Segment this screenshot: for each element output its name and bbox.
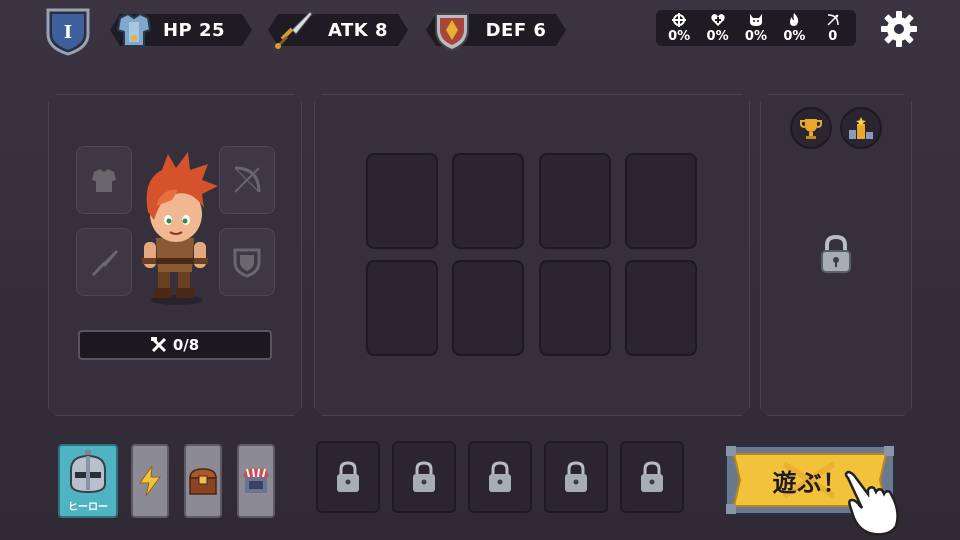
- sword-icon: [275, 11, 313, 49]
- hero-character: [142, 152, 218, 305]
- bow-slot-icon: [234, 166, 261, 193]
- inventory-slot[interactable]: [452, 260, 524, 356]
- regen-value: 0%: [706, 28, 729, 44]
- inventory-slot[interactable]: [366, 153, 438, 249]
- shield-slot[interactable]: [219, 228, 275, 296]
- locked-slot: [468, 441, 532, 513]
- locked-slot: [544, 441, 608, 513]
- settings-gear-icon[interactable]: [878, 8, 920, 50]
- tab-shop[interactable]: [237, 444, 275, 518]
- craft-progress-bar: 0/8: [78, 330, 272, 360]
- fire-value: 0%: [783, 28, 806, 44]
- shop-icon: [243, 468, 269, 493]
- crosshair-icon: [672, 12, 687, 27]
- trophy-button[interactable]: [790, 107, 832, 149]
- heart-plus-icon: [710, 13, 725, 26]
- inventory-slot[interactable]: [625, 260, 697, 356]
- locked-slot: [316, 441, 380, 513]
- tab-skills[interactable]: [131, 444, 169, 518]
- armor-slot[interactable]: [76, 146, 132, 214]
- crit-chance-value: 0%: [668, 28, 691, 44]
- inventory-slot[interactable]: [539, 153, 611, 249]
- treasure-chest-icon: [189, 468, 217, 495]
- inventory-slot[interactable]: [452, 153, 524, 249]
- tab-inventory[interactable]: [184, 444, 222, 518]
- padlock-icon: [565, 461, 587, 492]
- inventory-panel: [314, 94, 750, 416]
- padlock-icon: [821, 234, 851, 273]
- locked-slot: [392, 441, 456, 513]
- podium-icon: [849, 117, 873, 139]
- padlock-icon: [489, 461, 511, 492]
- pointing-hand-icon: [844, 470, 899, 536]
- hp-value: HP 25: [162, 19, 226, 41]
- crit-chance-stat: 0%: [660, 12, 698, 44]
- pet-value: 0%: [744, 28, 767, 44]
- atk-value: ATK 8: [327, 19, 389, 41]
- ranged-stat: 0: [814, 13, 852, 44]
- chest-armor-icon: [116, 12, 152, 47]
- crossed-tools-icon: [150, 337, 166, 353]
- def-value: DEF 6: [485, 19, 547, 41]
- bow-arrow-icon: [827, 13, 839, 26]
- padlock-icon: [337, 461, 359, 492]
- lightning-icon: [139, 466, 161, 496]
- fire-stat: 0%: [775, 12, 813, 44]
- flame-icon: [790, 12, 799, 26]
- inventory-slot[interactable]: [625, 153, 697, 249]
- tab-hero[interactable]: ヒーロー: [58, 444, 118, 518]
- bow-slot[interactable]: [219, 146, 275, 214]
- secondary-stats: 0% 0% 0% 0% 0: [656, 10, 856, 46]
- armor-slot-icon: [92, 169, 116, 192]
- level-label: I: [64, 22, 72, 43]
- level-badge[interactable]: I: [44, 6, 92, 56]
- pet-stat: 0%: [737, 13, 775, 44]
- trophy-icon: [800, 119, 822, 139]
- inventory-slot[interactable]: [366, 260, 438, 356]
- weapon-slot[interactable]: [76, 228, 132, 296]
- inventory-slot[interactable]: [539, 260, 611, 356]
- tab-hero-label: ヒーロー: [68, 501, 108, 513]
- leaderboard-button[interactable]: [840, 107, 882, 149]
- padlock-icon: [641, 461, 663, 492]
- shield-icon: [435, 13, 469, 52]
- shield-slot-icon: [233, 248, 261, 278]
- ranged-value: 0: [828, 28, 838, 44]
- padlock-icon: [413, 461, 435, 492]
- sword-slot-icon: [92, 250, 118, 276]
- cat-icon: [749, 13, 762, 26]
- regen-stat: 0%: [699, 13, 737, 44]
- craft-progress-value: 0/8: [172, 336, 200, 354]
- locked-slot: [620, 441, 684, 513]
- knight-helmet-icon: [70, 449, 106, 493]
